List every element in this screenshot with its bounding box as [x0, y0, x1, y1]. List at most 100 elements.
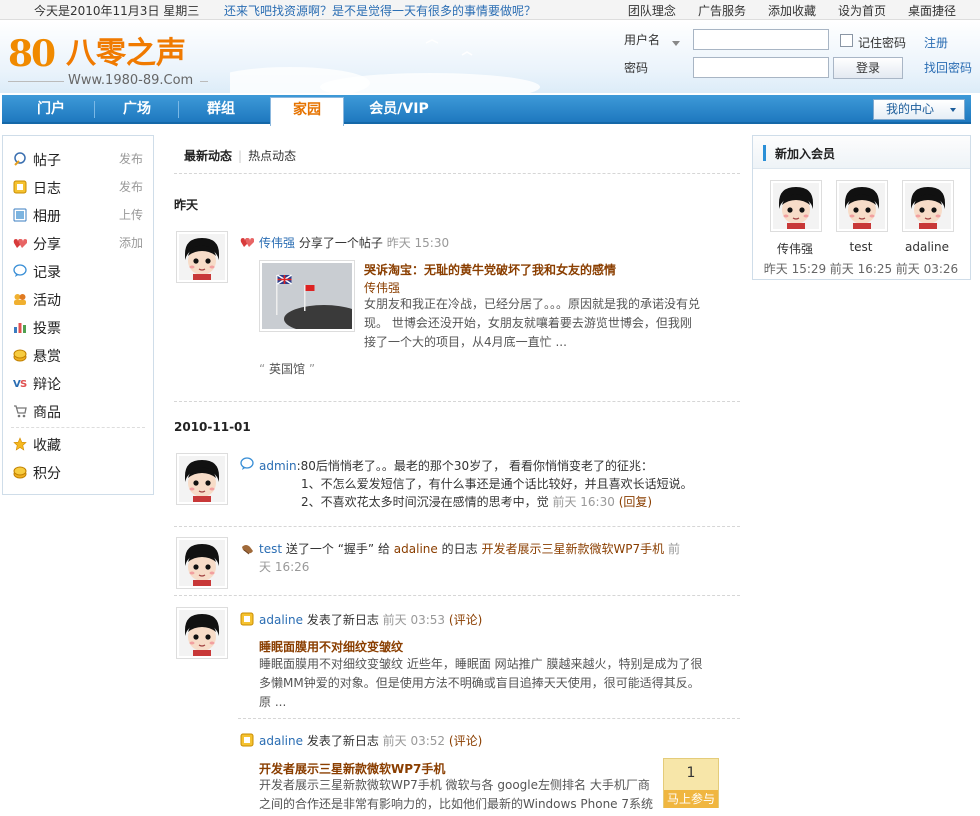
member-name[interactable]: 传伟强: [763, 240, 827, 257]
tab-home[interactable]: 家园: [270, 97, 344, 126]
link-team[interactable]: 团队理念: [628, 2, 676, 19]
avatar[interactable]: [176, 537, 228, 589]
avatar[interactable]: [836, 180, 888, 232]
post-author-link[interactable]: 传伟强: [364, 279, 400, 296]
sidebar-item-label: 积分: [33, 466, 61, 482]
user-link[interactable]: adaline: [259, 613, 303, 627]
action-text: 分享了一个帖子: [298, 236, 383, 250]
publish-blog-link[interactable]: 发布: [119, 178, 143, 195]
reply-link[interactable]: (回复): [619, 495, 652, 509]
remember-password-checkbox[interactable]: [840, 34, 853, 47]
tab-vip[interactable]: 会员/VIP: [354, 95, 444, 124]
divider: [174, 173, 740, 174]
comment-link[interactable]: (评论): [449, 613, 482, 627]
avatar[interactable]: [176, 453, 228, 505]
publish-post-link[interactable]: 发布: [119, 150, 143, 167]
join-count: 1: [686, 765, 696, 781]
user-link[interactable]: 传伟强: [259, 236, 295, 250]
blog-icon: [240, 612, 254, 626]
blog-link[interactable]: 开发者展示三星新款微软WP7手机: [481, 542, 664, 556]
post-photo-image: [262, 263, 364, 333]
sidebar-item-label: 投票: [33, 321, 61, 337]
sidebar-item-label: 相册: [33, 209, 61, 225]
post-thumbnail[interactable]: [259, 260, 364, 333]
tab-groups[interactable]: 群组: [186, 95, 256, 124]
recover-password-link[interactable]: 找回密码: [924, 59, 972, 76]
timestamp: 天 16:26: [259, 560, 310, 574]
post-excerpt-line: 接了一个大的项目，从4月底一直忙 ...: [364, 335, 567, 349]
sidebar-item-label: 日志: [33, 181, 61, 197]
tab-hot[interactable]: 热点动态: [248, 149, 296, 163]
sidebar-item-goods[interactable]: 商品: [11, 397, 145, 425]
sidebar-item-label: 悬赏: [33, 349, 61, 365]
target-user-link[interactable]: adaline: [394, 542, 438, 556]
sidebar-item-points[interactable]: 积分: [11, 458, 145, 486]
member-card[interactable]: adaline 前天 03:26: [895, 180, 959, 276]
feed-entry-header: test 送了一个 “握手” 给 adaline 的日志 开发者展示三星新款微软…: [259, 540, 680, 557]
my-center-dropdown[interactable]: 我的中心: [873, 99, 965, 120]
post-excerpt-line: 女朋友和我正在冷战，已经分居了。。。原因就是我的承诺没有兑: [364, 297, 701, 311]
current-date: 今天是2010年11月3日 星期三: [34, 4, 200, 18]
logo-mark: 80: [8, 33, 56, 75]
member-card[interactable]: test 前天 16:25: [829, 180, 893, 276]
blog-icon: [240, 733, 254, 747]
user-link[interactable]: admin: [259, 459, 297, 473]
member-name[interactable]: test: [829, 240, 893, 254]
close-quote-icon: ”: [308, 362, 316, 376]
site-logo[interactable]: 80 八零之声 Www.1980-89.Com: [8, 33, 218, 88]
user-link[interactable]: adaline: [259, 734, 303, 748]
logo-rule-left: [8, 81, 64, 82]
avatar[interactable]: [176, 607, 228, 659]
tab-portal[interactable]: 门户: [16, 95, 86, 124]
avatar[interactable]: [770, 180, 822, 232]
sidebar-item-share[interactable]: 分享 添加: [11, 229, 145, 257]
tab-square[interactable]: 广场: [102, 95, 172, 124]
nav-separator: [94, 101, 95, 118]
tab-latest[interactable]: 最新动态: [184, 149, 232, 163]
sidebar-item-album[interactable]: 相册 上传: [11, 201, 145, 229]
header-accent: [763, 145, 766, 161]
comment-link[interactable]: (评论): [449, 734, 482, 748]
sidebar-item-posts[interactable]: 帖子 发布: [11, 145, 145, 173]
login-form: 用户名 记住密码 注册 密码 登录 找回密码: [624, 27, 980, 87]
username-input[interactable]: [693, 29, 829, 50]
share-quote-text: 英国馆: [269, 362, 306, 376]
upload-photo-link[interactable]: 上传: [119, 206, 143, 223]
sidebar-item-blog[interactable]: 日志 发布: [11, 173, 145, 201]
timestamp: 前天 03:52: [382, 734, 446, 748]
slogan-link[interactable]: 还来飞吧找资源啊？是不是觉得一天有很多的事情要做呢？: [224, 2, 536, 19]
avatar[interactable]: [902, 180, 954, 232]
link-ads[interactable]: 广告服务: [698, 2, 746, 19]
link-bookmark[interactable]: 添加收藏: [768, 2, 816, 19]
sidebar-item-favorites[interactable]: 收藏: [11, 430, 145, 458]
my-center-label: 我的中心: [886, 102, 935, 116]
chevron-down-icon[interactable]: [672, 41, 680, 46]
blog-icon: [13, 180, 27, 194]
header-clouds-graphic: [230, 39, 540, 93]
blog-title-link[interactable]: 睡眠面膜用不对细纹变皱纹: [259, 638, 403, 655]
sidebar-item-rewards[interactable]: 悬赏: [11, 341, 145, 369]
sidebar-item-events[interactable]: 活动: [11, 285, 145, 313]
join-now-button[interactable]: 马上参与: [664, 790, 718, 808]
avatar[interactable]: [176, 231, 228, 283]
user-link[interactable]: test: [259, 542, 282, 556]
link-desktop-shortcut[interactable]: 桌面捷径: [908, 2, 956, 19]
sidebar-item-label: 帖子: [33, 153, 61, 169]
add-share-link[interactable]: 添加: [119, 234, 143, 251]
join-vote-box[interactable]: 1 马上参与: [663, 758, 719, 808]
status-line: 1、不怎么爱发短信了，有什么事还是通个话比较好，并且喜欢长话短说。: [301, 477, 693, 491]
member-card[interactable]: 传伟强 昨天 15:29: [763, 180, 827, 276]
member-name[interactable]: adaline: [895, 240, 959, 254]
register-link[interactable]: 注册: [924, 34, 948, 51]
login-button[interactable]: 登录: [833, 57, 903, 79]
chevron-down-icon: [950, 108, 956, 112]
password-input[interactable]: [693, 57, 829, 78]
sidebar-item-polls[interactable]: 投票: [11, 313, 145, 341]
username-label: 用户名: [624, 33, 661, 47]
status-text: 80后悄悄老了。。最老的那个30岁了， 看看你悄悄变老了的征兆：: [300, 459, 654, 473]
post-title-link[interactable]: 哭诉淘宝：无耻的黄牛党破坏了我和女友的感情: [364, 261, 616, 278]
blog-title-link[interactable]: 开发者展示三星新款微软WP7手机: [259, 760, 445, 777]
sidebar-item-debates[interactable]: VS 辩论: [11, 369, 145, 397]
link-homepage[interactable]: 设为首页: [838, 2, 886, 19]
sidebar-item-records[interactable]: 记录: [11, 257, 145, 285]
